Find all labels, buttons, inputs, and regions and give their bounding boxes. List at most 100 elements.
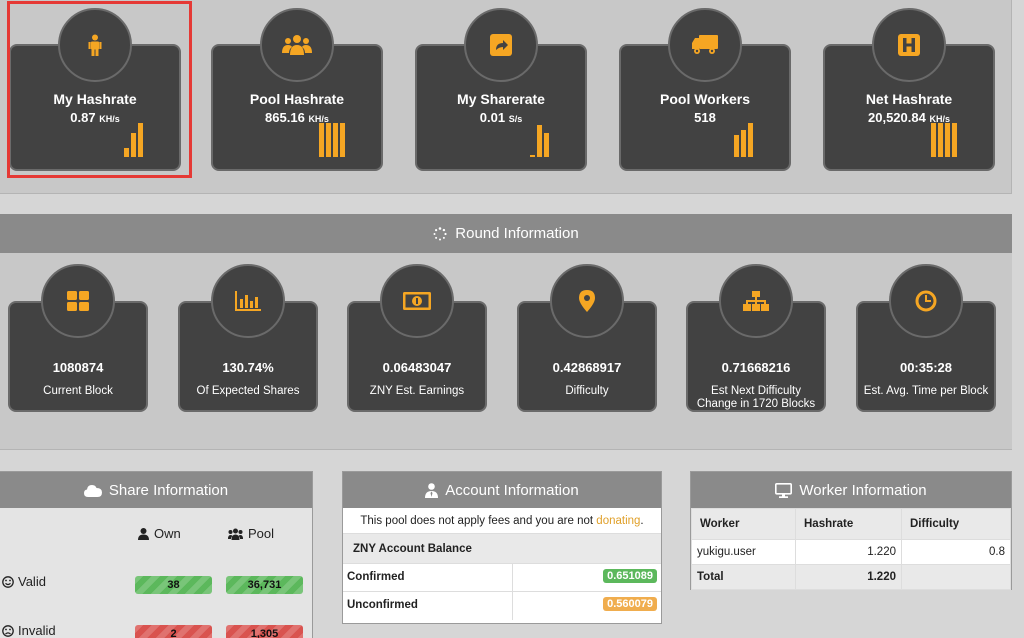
stat-value: 0.87 KH/s	[11, 110, 179, 125]
round-icon-circle	[719, 264, 793, 338]
round-icon-circle	[211, 264, 285, 338]
sparkline-bar	[124, 148, 129, 157]
invalid-row-label: Invalid	[2, 623, 56, 638]
share-icon	[490, 34, 512, 56]
valid-pool-value: 36,731	[226, 576, 303, 594]
frown-icon	[2, 624, 14, 637]
round-label: Est. Avg. Time per Block	[863, 385, 989, 397]
total-difficulty	[901, 564, 1011, 590]
stat-icon-circle	[668, 8, 742, 82]
hashrate-column-header: Hashrate	[795, 508, 902, 540]
round-value: 130.74%	[222, 360, 274, 375]
stat-icon-circle	[58, 8, 132, 82]
person-icon	[88, 34, 102, 56]
stat-title: Pool Hashrate	[249, 91, 345, 107]
round-icon-circle	[380, 264, 454, 338]
stat-value: 0.01 S/s	[417, 110, 585, 125]
group-icon	[228, 528, 243, 540]
round-value: 0.42868917	[552, 360, 622, 375]
sparkline-bar	[530, 155, 535, 157]
confirmed-row: Confirmed 0.651089	[343, 564, 661, 592]
sparkline-bar	[138, 123, 143, 157]
stat-title: My Hashrate	[53, 91, 137, 107]
worker-information-panel: Worker Information Worker Hashrate Diffi…	[690, 471, 1012, 590]
spinner-icon	[433, 226, 447, 240]
own-column-header: Own	[138, 526, 181, 541]
sparkline-bar	[319, 123, 324, 157]
h-square-icon	[898, 34, 920, 56]
difficulty-column-header: Difficulty	[901, 508, 1011, 540]
valid-row-label: Valid	[2, 574, 46, 589]
share-title: Share Information	[108, 481, 229, 499]
column-divider	[512, 564, 513, 591]
worker-title: Worker Information	[799, 481, 927, 499]
round-label: ZNY Est. Earnings	[369, 385, 465, 397]
balance-title: ZNY Account Balance	[343, 534, 661, 564]
stat-unit: KH/s	[99, 114, 120, 124]
clock-icon	[915, 290, 937, 312]
round-value: 0.71668216	[721, 360, 791, 375]
donating-link[interactable]: donating	[596, 515, 640, 527]
fee-note: This pool does not apply fees and you ar…	[343, 508, 661, 534]
sparkline-bar	[938, 123, 943, 157]
round-value: 1080874	[52, 360, 104, 375]
stat-icon-circle	[872, 8, 946, 82]
stat-card-pool-workers: Pool Workers 518	[619, 8, 791, 171]
pool-label: Pool	[248, 526, 275, 541]
stat-card-net-hashrate: Net Hashrate 20,520.84 KH/s	[823, 8, 995, 171]
round-label: Difficulty	[565, 385, 609, 397]
stat-card-my-sharerate: My Sharerate 0.01 S/s	[415, 8, 587, 171]
round-card-next-difficulty: 0.71668216 Est Next Difficulty Change in…	[686, 264, 826, 412]
sparkline-bar	[952, 123, 957, 157]
round-label: Current Block	[43, 385, 113, 397]
stat-card-my-hashrate: My Hashrate 0.87 KH/s	[9, 8, 181, 171]
stat-title: My Sharerate	[457, 91, 545, 107]
unconfirmed-balance: 0.560079	[603, 597, 657, 611]
sparkline-bar	[340, 123, 345, 157]
round-card-avg-time: 00:35:28 Est. Avg. Time per Block	[856, 264, 996, 412]
top-stats-panel: My Hashrate 0.87 KH/s Pool Hashrate 865.…	[0, 0, 1012, 194]
invalid-pool-value: 1,305	[226, 625, 303, 638]
stat-title: Net Hashrate	[865, 91, 953, 107]
round-value: 00:35:28	[899, 360, 953, 375]
round-icon-circle	[889, 264, 963, 338]
sparkline-bar	[748, 123, 753, 157]
invalid-label: Invalid	[18, 623, 56, 638]
account-information-panel: Account Information This pool does not a…	[342, 471, 662, 624]
sparkline-bar	[741, 130, 746, 157]
unconfirmed-label: Unconfirmed	[347, 599, 418, 611]
stat-number: 518	[694, 110, 716, 125]
confirmed-label: Confirmed	[347, 571, 405, 583]
stat-bars	[931, 121, 957, 157]
sparkline-bar	[333, 123, 338, 157]
stat-card-pool-hashrate: Pool Hashrate 865.16 KH/s	[211, 8, 383, 171]
worker-table: Worker Hashrate Difficulty yukigu.user 1…	[691, 508, 1011, 590]
sparkline-bar	[734, 135, 739, 157]
fee-note-suffix: .	[640, 515, 644, 527]
worker-name: yukigu.user	[691, 539, 796, 565]
cloud-icon	[83, 484, 102, 497]
share-body: Own Pool Valid 38 36,731 Invalid 2 1,305	[0, 508, 312, 638]
share-header: Share Information	[0, 472, 312, 508]
stat-bars	[734, 121, 753, 157]
stat-value: 20,520.84 KH/s	[825, 110, 993, 125]
sitemap-icon	[743, 291, 769, 311]
stat-number: 0.01	[479, 110, 506, 125]
group-icon	[282, 35, 312, 55]
round-card-expected-shares: 130.74% Of Expected Shares	[178, 264, 318, 412]
total-label: Total	[691, 564, 796, 590]
sparkline-bar	[931, 123, 936, 157]
invalid-own-value: 2	[135, 625, 212, 638]
sparkline-bar	[537, 125, 542, 157]
smile-icon	[2, 575, 14, 588]
worker-header: Worker Information	[691, 472, 1011, 508]
stat-bars	[124, 121, 143, 157]
worker-table-header: Worker Hashrate Difficulty	[691, 508, 1011, 540]
round-header: Round Information	[0, 214, 1012, 253]
worker-column-header: Worker	[691, 508, 796, 540]
round-card-difficulty: 0.42868917 Difficulty	[517, 264, 657, 412]
stat-number: 0.87	[70, 110, 96, 125]
stat-icon-circle	[464, 8, 538, 82]
stat-title: Pool Workers	[660, 91, 750, 107]
fee-note-text: This pool does not apply fees and you ar…	[360, 515, 597, 527]
